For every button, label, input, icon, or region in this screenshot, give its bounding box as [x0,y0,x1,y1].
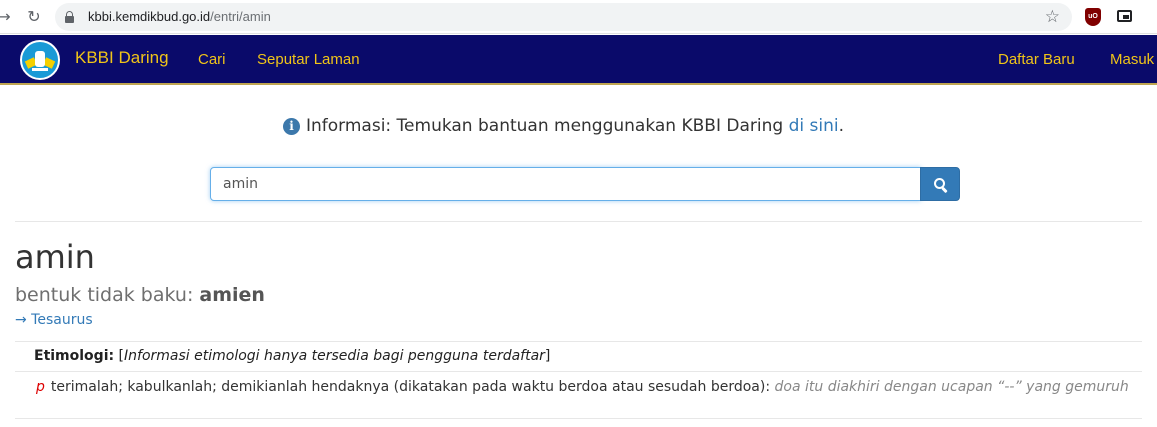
nav-daftar-baru[interactable]: Daftar Baru [998,51,1075,68]
divider [15,341,1142,342]
info-circle-icon: i [283,118,300,135]
variant-form: bentuk tidak baku: amien [15,284,265,306]
definition-text: terimalah; kabulkanlah; demikianlah hend… [50,379,775,395]
search-input[interactable] [210,167,921,201]
variant-value: amien [199,284,265,306]
example-text: doa itu diakhiri dengan ucapan “--” yang… [774,379,1129,395]
info-suffix: . [838,116,844,136]
etymology-row: Etimologi: [Informasi etimologi hanya te… [34,348,551,364]
kemdikbud-logo-icon[interactable] [20,40,60,80]
reload-icon[interactable]: ↻ [24,7,44,27]
back-arrow-icon[interactable]: → [0,7,14,27]
address-bar[interactable]: kbbi.kemdikbud.go.id/entri/amin ☆ [55,3,1072,31]
divider [15,371,1142,372]
browser-toolbar: → ↻ kbbi.kemdikbud.go.id/entri/amin ☆ uO [0,0,1157,34]
info-message: i Informasi: Temukan bantuan menggunakan … [283,116,844,136]
thesaurus-link[interactable]: → Tesaurus [15,312,93,328]
entry-headword: amin [15,238,95,276]
definition-row: p terimalah; kabulkanlah; demikianlah hen… [36,379,1129,395]
nav-masuk[interactable]: Masuk [1110,51,1154,68]
lock-icon[interactable] [65,11,74,23]
part-of-speech: p [36,379,45,395]
nav-seputar-laman[interactable]: Seputar Laman [257,51,360,68]
brand-link[interactable]: KBBI Daring [75,48,169,68]
search-button[interactable] [920,167,960,201]
bookmark-star-icon[interactable]: ☆ [1045,7,1060,27]
ublock-extension-icon[interactable]: uO [1085,8,1101,26]
help-link[interactable]: di sini [789,116,839,136]
info-text: Informasi: Temukan bantuan menggunakan K… [306,116,789,136]
divider [15,418,1142,419]
site-navbar: KBBI Daring Cari Seputar Laman Daftar Ba… [0,35,1157,85]
picture-in-picture-extension-icon[interactable] [1117,10,1132,22]
etymology-text: Informasi etimologi hanya tersedia bagi … [124,348,545,364]
url-text[interactable]: kbbi.kemdikbud.go.id/entri/amin [88,9,271,24]
nav-cari[interactable]: Cari [198,51,226,68]
divider [15,221,1142,222]
